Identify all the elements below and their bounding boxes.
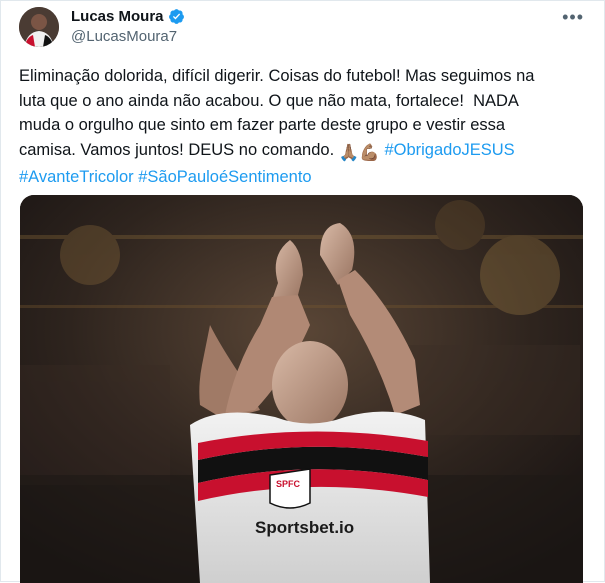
verified-badge-icon bbox=[168, 9, 184, 24]
crest-text: SPFC bbox=[276, 479, 301, 489]
hashtag-saopaulo[interactable]: #SãoPauloéSentimento bbox=[138, 168, 311, 186]
hashtag-obrigadojesus[interactable]: #ObrigadoJESUS bbox=[384, 141, 514, 159]
tweet-text-line: luta que o ano ainda não acabou. O que n… bbox=[19, 91, 519, 110]
hashtag-avantetricolor[interactable]: #AvanteTricolor bbox=[19, 168, 134, 186]
avatar[interactable] bbox=[19, 7, 59, 47]
tweet-text: Eliminação dolorida, difícil digerir. Co… bbox=[19, 64, 584, 190]
author-row: Lucas Moura bbox=[71, 8, 185, 25]
tweet-text-line: Eliminação dolorida, difícil digerir. Co… bbox=[19, 67, 535, 85]
sponsor-text: Sportsbet.io bbox=[255, 518, 354, 537]
tweet-text-line: camisa. Vamos juntos! DEUS no comando. bbox=[19, 140, 339, 159]
tweet-photo[interactable]: SPFC Sportsbet.io bbox=[20, 195, 583, 583]
praying-flexed-emoji: 🙏🏽💪🏽 bbox=[338, 143, 380, 162]
author-name[interactable]: Lucas Moura bbox=[71, 8, 164, 25]
author-handle[interactable]: @LucasMoura7 bbox=[71, 28, 177, 45]
tweet-text-line: muda o orgulho que sinto em fazer parte … bbox=[19, 116, 506, 134]
more-options-icon[interactable]: ••• bbox=[562, 7, 584, 28]
tweet-card: Lucas Moura @LucasMoura7 ••• Eliminação … bbox=[0, 0, 605, 583]
